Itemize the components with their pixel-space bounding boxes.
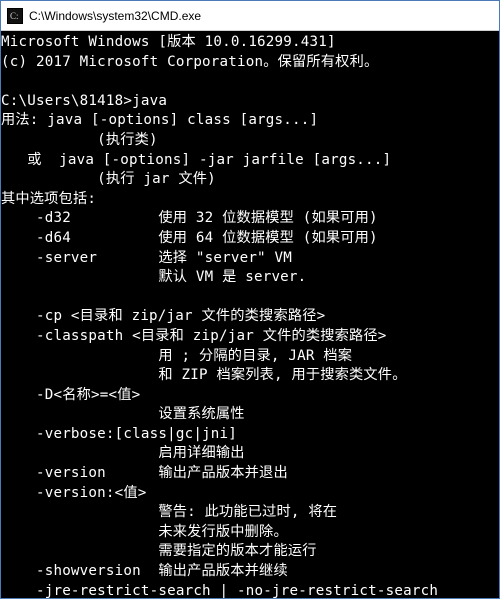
terminal-line: -version:<值> <box>1 485 147 501</box>
terminal-line: 未来发行版中删除。 <box>1 524 288 540</box>
terminal-line: -jre-restrict-search | -no-jre-restrict-… <box>1 583 438 598</box>
terminal-line: -classpath <目录和 zip/jar 文件的类搜索路径> <box>1 328 387 344</box>
terminal-line: C:\Users\81418>java <box>1 93 167 109</box>
terminal-line: Microsoft Windows [版本 10.0.16299.431] <box>1 34 336 50</box>
cmd-icon: C: <box>7 8 23 24</box>
terminal-line: (执行类) <box>1 132 158 148</box>
terminal-line: -D<名称>=<值> <box>1 387 140 403</box>
terminal-line: 默认 VM 是 server. <box>1 269 306 285</box>
terminal-line: 警告: 此功能已过时, 将在 <box>1 504 337 520</box>
terminal-line: -d32 使用 32 位数据模型 (如果可用) <box>1 210 378 226</box>
terminal-line: -server 选择 "server" VM <box>1 250 292 266</box>
terminal-line: 用法: java [-options] class [args...] <box>1 112 318 128</box>
terminal-output[interactable]: Microsoft Windows [版本 10.0.16299.431] (c… <box>1 31 499 598</box>
terminal-line: 需要指定的版本才能运行 <box>1 543 317 559</box>
terminal-line: 设置系统属性 <box>1 406 245 422</box>
terminal-line: (c) 2017 Microsoft Corporation。保留所有权利。 <box>1 54 378 70</box>
terminal-line: -version 输出产品版本并退出 <box>1 465 288 481</box>
titlebar[interactable]: C: C:\Windows\system32\CMD.exe <box>1 1 499 31</box>
terminal-line: -showversion 输出产品版本并继续 <box>1 563 288 579</box>
terminal-line: 启用详细输出 <box>1 445 245 461</box>
terminal-line: 或 java [-options] -jar jarfile [args...] <box>1 152 391 168</box>
terminal-line: -d64 使用 64 位数据模型 (如果可用) <box>1 230 378 246</box>
terminal-line: -cp <目录和 zip/jar 文件的类搜索路径> <box>1 308 325 324</box>
terminal-line: 和 ZIP 档案列表, 用于搜索类文件。 <box>1 367 407 383</box>
terminal-line: 用 ; 分隔的目录, JAR 档案 <box>1 348 352 364</box>
terminal-line: (执行 jar 文件) <box>1 171 216 187</box>
terminal-line: 其中选项包括: <box>1 191 96 207</box>
svg-text:C:: C: <box>10 11 19 21</box>
cmd-window: C: C:\Windows\system32\CMD.exe Microsoft… <box>0 0 500 599</box>
terminal-line: -verbose:[class|gc|jni] <box>1 426 237 442</box>
window-title: C:\Windows\system32\CMD.exe <box>29 9 201 23</box>
